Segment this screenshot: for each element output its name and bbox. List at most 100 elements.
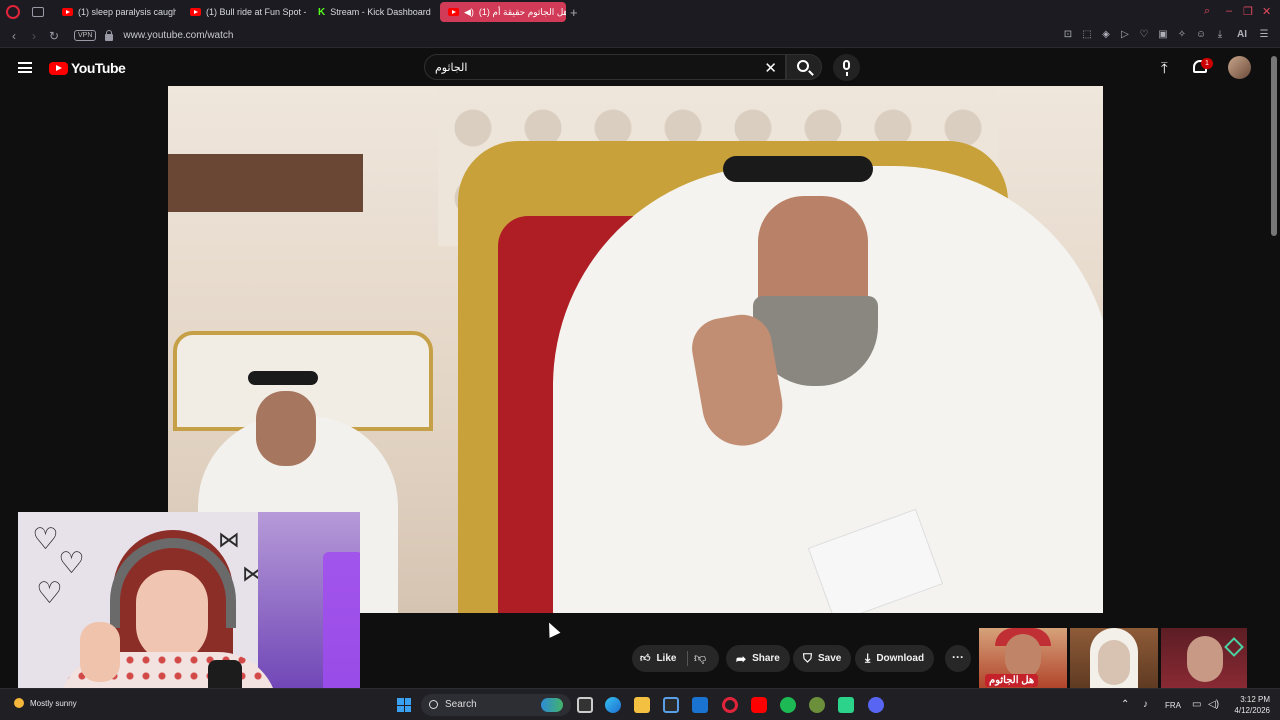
outlook-icon[interactable]: [692, 697, 708, 713]
close-icon[interactable]: ✕: [1262, 5, 1271, 18]
thumbnail-face: [1098, 640, 1130, 685]
windows-start-icon[interactable]: [397, 698, 411, 712]
search-button[interactable]: [786, 54, 822, 80]
shield-icon[interactable]: ◈: [1100, 29, 1112, 40]
notification-badge: 1: [1201, 58, 1213, 69]
tab-label: (1) Bull ride at Fun Spot - Y: [206, 7, 306, 17]
lock-icon[interactable]: [105, 30, 114, 41]
network-icon[interactable]: ▭: [1192, 699, 1201, 710]
recommended-video-thumbnail[interactable]: [1161, 628, 1247, 689]
tray-overflow-icon[interactable]: ⌃: [1121, 699, 1129, 710]
app-green-icon[interactable]: [809, 697, 825, 713]
minimize-icon[interactable]: –: [1226, 5, 1232, 17]
taskbar-clock[interactable]: 3:12 PM 4/12/2026: [1222, 694, 1270, 716]
taskbar-search[interactable]: Search: [421, 694, 571, 716]
spotify-icon[interactable]: [780, 697, 796, 713]
recommended-video-thumbnail[interactable]: [1070, 628, 1158, 689]
puzzle-icon[interactable]: ✧: [1176, 29, 1188, 40]
windows-taskbar: Mostly sunny Search ⌃ ♪ FRA ▭ ◁) 3:12 PM…: [0, 688, 1280, 720]
file-explorer-icon[interactable]: [634, 697, 650, 713]
ai-button[interactable]: AI: [1233, 29, 1251, 40]
save-button[interactable]: ⛉ Save: [793, 645, 852, 672]
share-label: Share: [752, 653, 780, 664]
page-scrollbar[interactable]: [1271, 56, 1277, 236]
vpn-badge[interactable]: VPN: [74, 30, 97, 41]
tab-kick-dashboard[interactable]: K Stream - Kick Dashboard: [310, 2, 434, 22]
share-button[interactable]: ➦ Share: [726, 645, 790, 672]
thumbnail-face: [1005, 634, 1041, 678]
new-tab-icon[interactable]: +: [570, 5, 578, 20]
microphone-icon: [843, 60, 850, 76]
search-input[interactable]: الجاثوم ✕: [424, 54, 786, 80]
extension-icon[interactable]: ▣: [1157, 29, 1169, 40]
opera-taskbar-icon[interactable]: [722, 697, 738, 713]
avatar[interactable]: [1228, 56, 1251, 79]
heart-icon[interactable]: ♡: [1138, 29, 1150, 40]
youtube-play-icon: [49, 61, 68, 75]
like-dislike-group: 👍︎ Like 👎︎: [632, 645, 719, 672]
play-icon[interactable]: ▷: [1119, 29, 1131, 40]
upload-icon[interactable]: ⤒: [1161, 60, 1168, 77]
tray-microphone-icon[interactable]: ♪: [1143, 699, 1148, 710]
search-query: الجاثوم: [435, 62, 468, 74]
search-icon: [429, 700, 438, 709]
save-label: Save: [818, 653, 842, 664]
restore-icon[interactable]: ❐: [1243, 5, 1253, 18]
tab-bull-ride[interactable]: (1) Bull ride at Fun Spot - Y: [182, 2, 306, 22]
language-indicator[interactable]: FRA: [1165, 701, 1181, 710]
task-view-icon[interactable]: [577, 697, 593, 713]
bow-drawing-icon: ⋈: [218, 528, 240, 553]
download-label: Download: [876, 653, 925, 664]
tab-islands-icon[interactable]: [32, 7, 44, 17]
search-tabs-icon[interactable]: ⌕: [1204, 5, 1210, 18]
tab-sleep-paralysis[interactable]: (1) sleep paralysis caught: [54, 2, 176, 22]
download-icon[interactable]: ⤓: [1214, 29, 1226, 40]
clear-search-icon[interactable]: ✕: [764, 59, 777, 77]
dislike-button[interactable]: 👎︎: [694, 651, 706, 666]
youtube-icon: [190, 8, 201, 16]
more-actions-button[interactable]: ···: [945, 645, 971, 672]
profile-icon[interactable]: ☺: [1195, 29, 1207, 40]
browser-tab-strip: (1) sleep paralysis caught (1) Bull ride…: [0, 0, 1280, 24]
menu-icon[interactable]: ☰: [1258, 29, 1270, 40]
kick-taskbar-icon[interactable]: [838, 697, 854, 713]
like-button[interactable]: 👍︎ Like: [640, 652, 676, 665]
webcam-overlay: ♡ ♡ ♡ ⋈ ⋈: [18, 512, 360, 706]
forward-icon[interactable]: ›: [28, 29, 40, 43]
snapshot-icon[interactable]: ⬚: [1081, 29, 1093, 40]
speaker-icon[interactable]: ◀): [464, 7, 474, 18]
thumbs-up-icon: 👍︎: [640, 653, 651, 664]
thumbnail-face: [1187, 636, 1223, 682]
tab-active-video[interactable]: ◀) (1) هل الجاثوم حقيقة أم: [440, 2, 566, 22]
back-icon[interactable]: ‹: [8, 29, 20, 43]
voice-search-button[interactable]: [833, 54, 860, 81]
more-dots-icon: ···: [952, 650, 964, 664]
share-icon: ➦: [736, 651, 747, 666]
youtube-logo[interactable]: YouTube: [49, 60, 126, 76]
download-button[interactable]: ⤓ Download: [855, 645, 935, 672]
weather-widget[interactable]: Mostly sunny: [14, 698, 77, 708]
microsoft-store-icon[interactable]: [663, 697, 679, 713]
recommended-video-thumbnail[interactable]: هل الجاثوم: [979, 628, 1067, 689]
clock-date: 4/12/2026: [1234, 706, 1270, 715]
tab-label: Stream - Kick Dashboard: [330, 7, 431, 17]
volume-icon[interactable]: ◁): [1208, 699, 1219, 710]
browser-toolbar: ⊡ ⬚ ◈ ▷ ♡ ▣ ✧ ☺ ⤓ AI ☰: [1062, 29, 1270, 40]
reload-icon[interactable]: ↻: [48, 29, 60, 43]
pin-icon[interactable]: ⊡: [1062, 29, 1074, 40]
tab-label: (1) sleep paralysis caught: [78, 7, 176, 17]
discord-icon[interactable]: [868, 697, 884, 713]
url-field[interactable]: www.youtube.com/watch: [123, 30, 233, 41]
bookmark-icon: ⛉: [803, 651, 813, 665]
video-side-man-headband: [248, 371, 318, 385]
heart-drawing-icon: ♡: [32, 522, 59, 557]
opera-logo-icon[interactable]: [6, 5, 20, 19]
hamburger-menu-icon[interactable]: [18, 62, 32, 73]
youtube-icon: [448, 8, 459, 16]
edge-icon[interactable]: [605, 697, 621, 713]
thumbnail-overlay-text: هل الجاثوم: [985, 674, 1039, 687]
taskbar-search-label: Search: [445, 699, 477, 710]
youtube-icon: [62, 8, 73, 16]
youtube-taskbar-icon[interactable]: [751, 697, 767, 713]
webcam-lamp: [323, 552, 360, 702]
